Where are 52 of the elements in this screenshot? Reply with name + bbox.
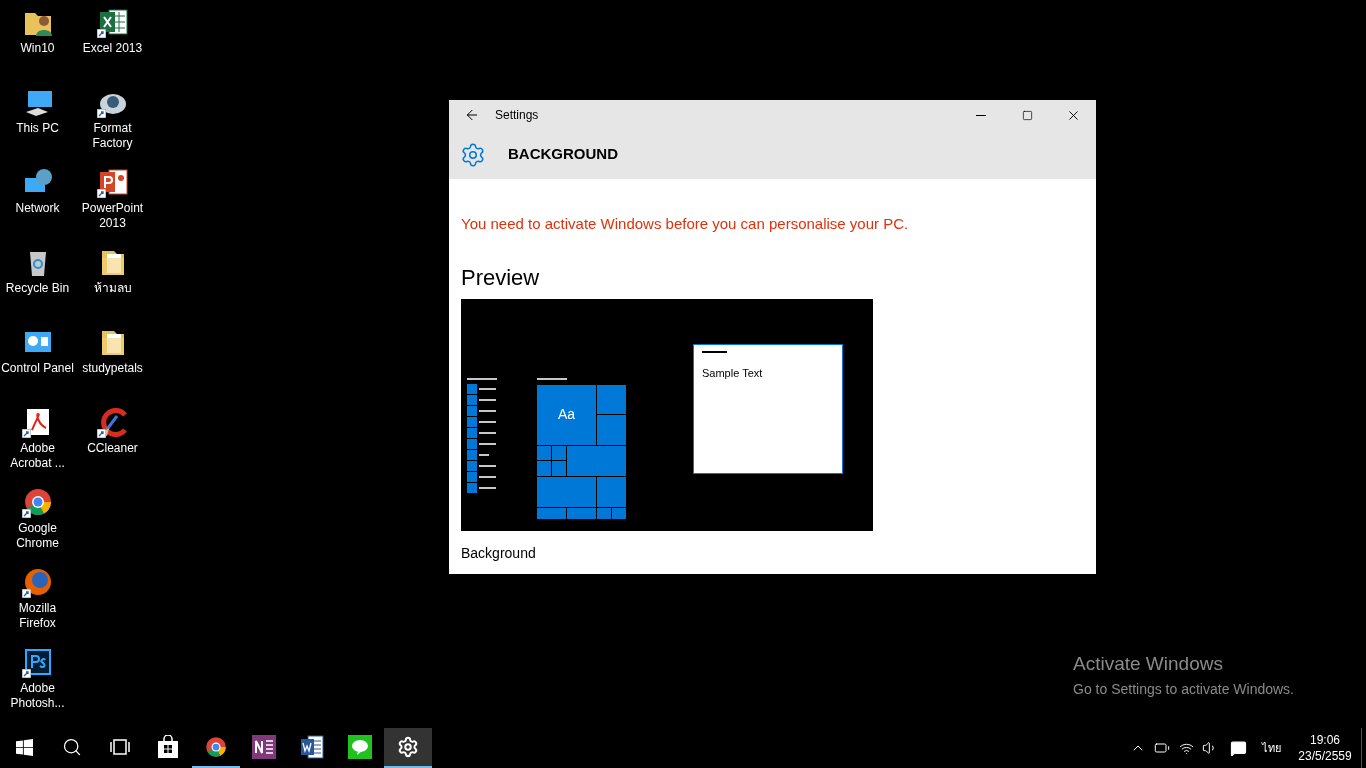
desktop-icon-label[interactable]: Adobe Photosh... xyxy=(0,681,75,711)
desktop-icon-label[interactable]: Mozilla Firefox xyxy=(0,601,75,631)
shortcut-arrow-icon xyxy=(21,669,31,678)
desktop-icon-label[interactable]: Win10 xyxy=(20,41,55,56)
language-button[interactable]: ไทย xyxy=(1254,728,1289,768)
shopping-bag-icon xyxy=(157,735,179,759)
shortcut-arrow-icon xyxy=(96,429,106,438)
notebook-icon xyxy=(252,735,276,759)
sample-text: Sample Text xyxy=(702,365,764,381)
desktop-icon-label[interactable]: This PC xyxy=(16,121,59,136)
chrome-logo-icon xyxy=(204,735,228,759)
settings-taskbar-button[interactable] xyxy=(384,728,432,768)
back-arrow-icon xyxy=(464,107,480,123)
shortcut-arrow-icon xyxy=(21,429,31,438)
task-view-icon xyxy=(109,738,131,756)
window-title: Settings xyxy=(495,107,539,124)
desktop-icon-label[interactable]: CCleaner xyxy=(87,441,138,456)
watermark-title: Activate Windows xyxy=(1073,652,1224,676)
section-heading: Preview xyxy=(461,266,541,289)
activation-warning: You need to activate Windows before you can personalise your PC. xyxy=(461,214,910,234)
desktop-icon-label[interactable]: studypetals xyxy=(82,361,143,376)
document-icon xyxy=(300,735,324,759)
search-icon xyxy=(62,737,82,757)
desktop-icon-label[interactable]: Control Panel xyxy=(1,361,74,376)
notification-icon xyxy=(1229,739,1247,757)
settings-icon xyxy=(397,736,419,758)
minimize-icon xyxy=(976,114,986,116)
clock-button[interactable]: 19:06 23/5/2559 xyxy=(1289,728,1361,768)
group-header-line xyxy=(537,377,567,380)
shortcut-arrow-icon xyxy=(21,509,31,518)
desktop-icon-label[interactable]: Adobe Acrobat ... xyxy=(0,441,75,471)
field-label: Background xyxy=(461,543,537,563)
windows-logo-icon xyxy=(15,738,33,756)
shortcut-arrow-icon xyxy=(96,109,106,118)
shortcut-arrow-icon xyxy=(21,589,31,598)
desktop-icon-label[interactable]: ห้ามลบ xyxy=(93,281,132,296)
maximize-icon xyxy=(1021,109,1033,121)
page-title: BACKGROUND xyxy=(508,144,618,165)
settings-icon xyxy=(460,141,486,168)
shortcut-arrow-icon xyxy=(96,189,106,198)
desktop-icon-label[interactable]: Network xyxy=(15,201,60,216)
battery-icon xyxy=(1154,740,1170,756)
chat-bubble-icon xyxy=(348,735,372,759)
shortcut-arrow-icon xyxy=(96,29,106,38)
watermark-text: Go to Settings to activate Windows. xyxy=(1073,679,1294,699)
wifi-icon xyxy=(1178,740,1194,756)
desktop-icon-label[interactable]: Recycle Bin xyxy=(5,281,70,296)
desktop-icon-label[interactable]: PowerPoint 2013 xyxy=(75,201,150,231)
desktop-icon-label[interactable]: Excel 2013 xyxy=(82,41,143,56)
desktop-icon-label[interactable]: Format Factory xyxy=(75,121,150,151)
desktop-icon-label[interactable]: Google Chrome xyxy=(0,521,75,551)
tile-text: Aa xyxy=(556,405,577,424)
